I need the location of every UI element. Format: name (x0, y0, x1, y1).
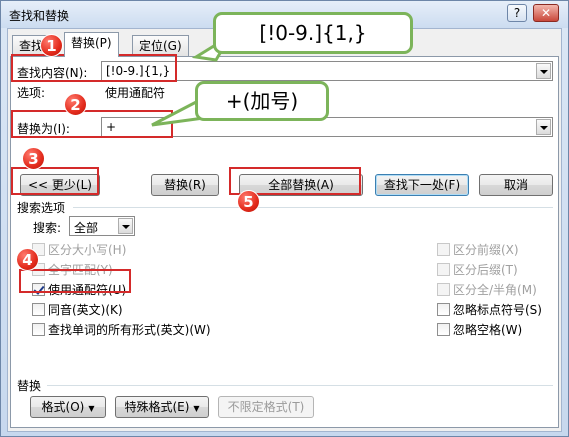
callout-plus-sign: +(加号) (195, 81, 329, 121)
callout-find-pattern: [!0-9.]{1,} (213, 12, 413, 54)
callout-pointers (151, 34, 232, 127)
